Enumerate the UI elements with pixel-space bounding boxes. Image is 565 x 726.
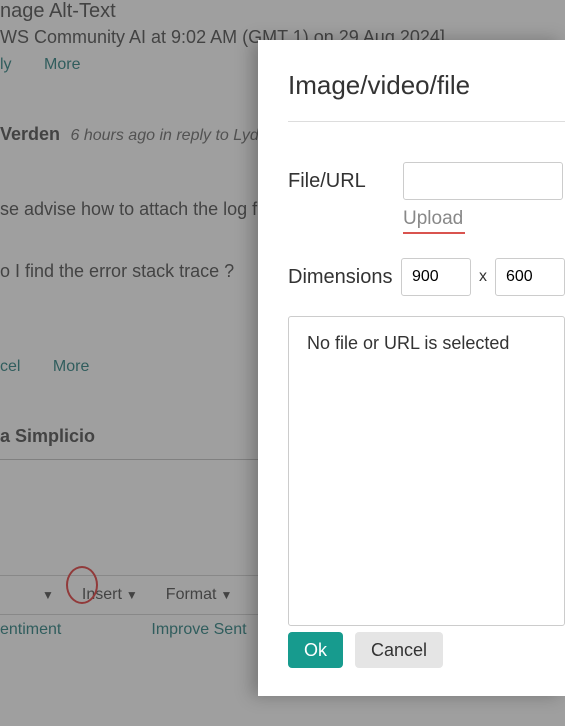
upload-link[interactable]: Upload: [403, 208, 565, 230]
preview-placeholder: No file or URL is selected: [307, 333, 509, 353]
dimensions-label: Dimensions: [288, 266, 401, 289]
file-url-label: File/URL: [288, 170, 403, 193]
divider: [288, 121, 565, 122]
cancel-button[interactable]: Cancel: [355, 632, 443, 668]
dimension-separator: x: [479, 268, 487, 286]
preview-area: No file or URL is selected: [288, 316, 565, 626]
modal-title: Image/video/file: [288, 70, 565, 101]
file-url-input[interactable]: [403, 162, 563, 200]
insert-file-modal: Image/video/file File/URL Upload Dimensi…: [258, 40, 565, 696]
ok-button[interactable]: Ok: [288, 632, 343, 668]
width-input[interactable]: [401, 258, 471, 296]
upload-underline: [403, 232, 465, 234]
height-input[interactable]: [495, 258, 565, 296]
